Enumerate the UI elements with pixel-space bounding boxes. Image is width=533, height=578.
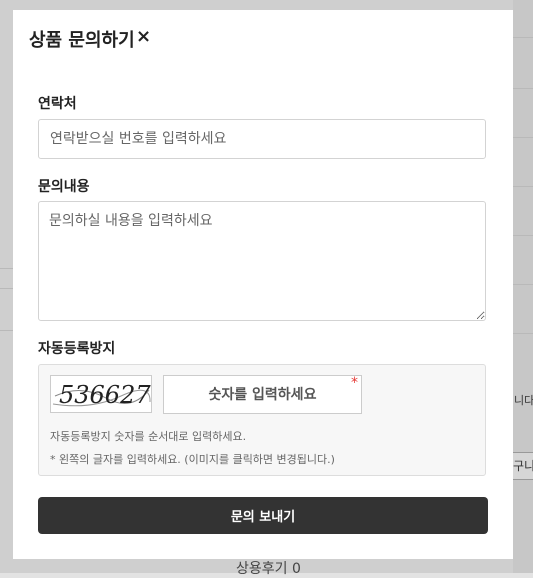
background-divider xyxy=(513,88,533,89)
captcha-note: 자동등록방지 숫자를 순서대로 입력하세요. xyxy=(50,430,247,443)
background-divider xyxy=(0,288,13,289)
background-divider xyxy=(0,268,13,269)
background-side-strip xyxy=(513,0,533,573)
contact-label: 연락처 xyxy=(38,96,77,112)
background-divider xyxy=(513,37,533,38)
inquiry-label: 문의내용 xyxy=(38,179,90,195)
submit-inquiry-button[interactable]: 문의 보내기 xyxy=(38,497,488,534)
background-divider xyxy=(513,137,533,138)
background-divider xyxy=(513,186,533,187)
modal-title: 상품 문의하기 xyxy=(29,30,135,51)
background-text: 니다. xyxy=(514,394,533,407)
background-divider xyxy=(513,333,533,334)
captcha-label: 자동등록방지 xyxy=(38,341,116,357)
product-inquiry-modal: 상품 문의하기 × 연락처 문의내용 자동등록방지 536627 * 자동등록방… xyxy=(13,10,513,559)
captcha-hint: * 왼쪽의 글자를 입력하세요. (이미지를 클릭하면 변경됩니다.) xyxy=(50,453,335,466)
captcha-image-text: 536627 xyxy=(59,381,151,409)
inquiry-textarea[interactable] xyxy=(38,201,486,321)
background-review-count: 상용후기 0 xyxy=(236,561,301,577)
contact-input[interactable] xyxy=(38,119,486,159)
background-button: 구니 xyxy=(512,452,533,480)
captcha-input[interactable] xyxy=(163,375,362,414)
background-divider xyxy=(513,284,533,285)
background-divider xyxy=(0,330,13,331)
captcha-image[interactable]: 536627 xyxy=(50,375,152,413)
captcha-panel: 536627 * 자동등록방지 숫자를 순서대로 입력하세요. * 왼쪽의 글자… xyxy=(38,364,486,476)
required-mark: * xyxy=(351,375,358,391)
close-icon[interactable]: × xyxy=(136,26,151,47)
background-divider xyxy=(513,235,533,236)
